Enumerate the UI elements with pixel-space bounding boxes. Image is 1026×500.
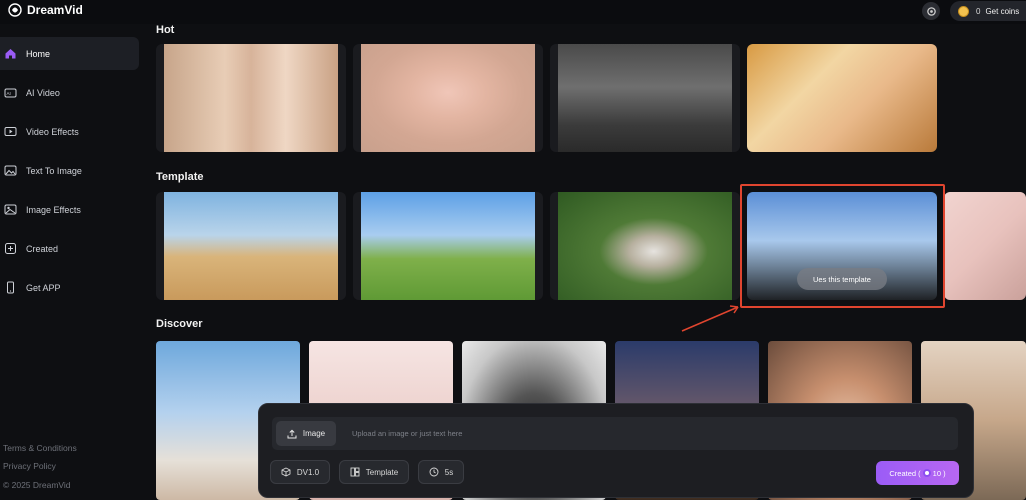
template-thumbnail (944, 192, 1026, 300)
sidebar-item-label: Video Effects (26, 126, 79, 137)
create-label: Created ( (889, 468, 921, 478)
hot-card[interactable] (550, 44, 740, 152)
app-root: DreamVid 0 Get coins Home AI AI Video Vi… (0, 0, 1026, 500)
sidebar-item-get-app[interactable]: Get APP (0, 271, 139, 304)
created-icon (4, 242, 17, 255)
image-effects-icon (4, 203, 17, 216)
privacy-link[interactable]: Privacy Policy (3, 461, 56, 471)
terms-link[interactable]: Terms & Conditions (3, 443, 77, 453)
logo[interactable]: DreamVid (8, 3, 83, 17)
hot-thumbnail (361, 44, 535, 152)
section-title-hot: Hot (156, 24, 175, 36)
create-button[interactable]: Created ( 10 ) (876, 461, 959, 485)
sidebar-item-ai-video[interactable]: AI AI Video (0, 76, 139, 109)
clock-icon (429, 467, 439, 477)
logo-text: DreamVid (27, 3, 83, 17)
section-title-template: Template (156, 171, 204, 183)
credit-icon (922, 469, 931, 477)
sidebar-item-video-effects[interactable]: Video Effects (0, 115, 139, 148)
upload-icon (287, 429, 297, 438)
settings-icon[interactable] (922, 2, 940, 20)
pointer-arrow (681, 305, 739, 332)
sidebar: Home AI AI Video Video Effects Text To I… (0, 24, 146, 500)
coin-icon (958, 5, 969, 17)
template-chip-label: Template (365, 467, 399, 477)
top-bar: DreamVid 0 Get coins (0, 0, 1026, 24)
use-template-button[interactable]: Ues this template (797, 268, 887, 290)
duration-select[interactable]: 5s (418, 460, 464, 484)
sidebar-item-label: Home (26, 48, 51, 59)
upload-image-button[interactable]: Image (276, 421, 336, 446)
template-thumbnail (361, 192, 535, 300)
coin-count: 0 (976, 6, 981, 16)
template-card[interactable] (550, 192, 740, 300)
text-to-image-icon (4, 164, 17, 177)
sidebar-item-image-effects[interactable]: Image Effects (0, 193, 139, 226)
get-coins-button[interactable]: 0 Get coins (950, 1, 1026, 21)
sidebar-item-created[interactable]: Created (0, 232, 139, 265)
get-coins-label: Get coins (985, 6, 1020, 16)
template-select[interactable]: Template (339, 460, 409, 484)
sidebar-item-label: AI Video (26, 87, 60, 98)
template-card[interactable] (156, 192, 346, 300)
hot-thumbnail (558, 44, 732, 152)
logo-icon (8, 3, 22, 17)
create-cost: 10 ) (932, 468, 946, 478)
template-thumbnail (164, 192, 338, 300)
hot-thumbnail (747, 44, 937, 152)
hot-thumbnail (164, 44, 338, 152)
hot-card[interactable] (156, 44, 346, 152)
ai-video-icon: AI (4, 86, 17, 99)
sidebar-item-label: Image Effects (26, 204, 81, 215)
hot-card[interactable] (747, 44, 937, 152)
copyright-text: © 2025 DreamVid (3, 480, 71, 490)
model-select[interactable]: DV1.0 (270, 460, 330, 484)
template-icon (350, 467, 360, 477)
phone-icon (4, 281, 17, 294)
template-thumbnail (558, 192, 732, 300)
model-label: DV1.0 (296, 467, 320, 477)
sidebar-item-label: Text To Image (26, 165, 82, 176)
hot-card[interactable] (353, 44, 543, 152)
svg-text:AI: AI (7, 91, 11, 96)
template-card[interactable] (353, 192, 543, 300)
video-effects-icon (4, 125, 17, 138)
section-title-discover: Discover (156, 318, 203, 330)
home-icon (4, 47, 17, 60)
sidebar-item-text-to-image[interactable]: Text To Image (0, 154, 139, 187)
template-card[interactable] (944, 192, 1026, 300)
sidebar-item-label: Created (26, 243, 59, 254)
upload-image-label: Image (302, 429, 326, 438)
sidebar-item-label: Get APP (26, 282, 61, 293)
sidebar-item-home[interactable]: Home (0, 37, 139, 70)
duration-label: 5s (444, 467, 454, 477)
cube-icon (281, 467, 291, 477)
prompt-input[interactable] (352, 423, 942, 443)
